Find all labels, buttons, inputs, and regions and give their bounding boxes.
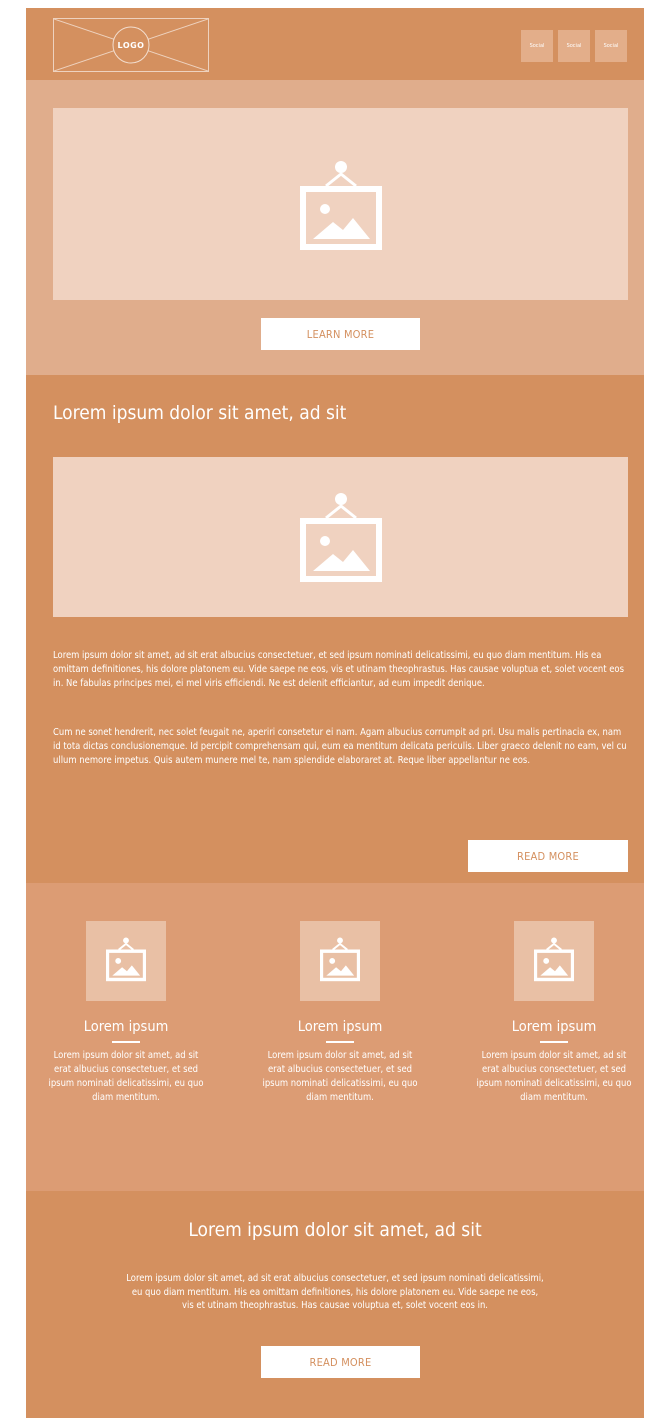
feature-title: Lorem ipsum <box>511 1019 597 1035</box>
features-section: Lorem ipsum Lorem ipsum dolor sit amet, … <box>26 883 644 1191</box>
cta-read-more-button[interactable]: READ MORE <box>261 1346 420 1378</box>
image-placeholder-icon <box>300 493 382 582</box>
feature-text: Lorem ipsum dolor sit amet, ad sit erat … <box>48 1050 204 1103</box>
article-paragraph-2: Cum ne sonet hendrerit, nec solet feugai… <box>53 727 627 766</box>
feature-image <box>86 921 166 1001</box>
header: LOGO Social Social Social <box>26 8 644 80</box>
feature-text: Lorem ipsum dolor sit amet, ad sit erat … <box>476 1050 632 1103</box>
feature-divider <box>112 1041 140 1043</box>
article-image <box>53 457 628 617</box>
image-placeholder-icon <box>300 161 382 250</box>
article-section: Lorem ipsum dolor sit amet, ad sit Lorem… <box>26 375 644 883</box>
hero-image <box>53 108 628 300</box>
cta-title: Lorem ipsum dolor sit amet, ad sit <box>188 1219 482 1241</box>
feature-image <box>514 921 594 1001</box>
learn-more-button[interactable]: LEARN MORE <box>261 318 420 350</box>
social-button-3[interactable]: Social <box>595 30 627 62</box>
logo[interactable]: LOGO <box>53 18 209 72</box>
feature-divider <box>540 1041 568 1043</box>
hero-section: LEARN MORE <box>26 80 644 375</box>
image-placeholder-icon <box>534 937 574 982</box>
feature-image <box>300 921 380 1001</box>
social-links: Social Social Social <box>521 30 627 62</box>
cta-text: Lorem ipsum dolor sit amet, ad sit erat … <box>126 1273 544 1311</box>
read-more-button[interactable]: READ MORE <box>468 840 628 872</box>
article-paragraph-1: Lorem ipsum dolor sit amet, ad sit erat … <box>53 650 624 689</box>
logo-text: LOGO <box>117 40 145 50</box>
article-title: Lorem ipsum dolor sit amet, ad sit <box>53 402 347 424</box>
feature-divider <box>326 1041 354 1043</box>
feature-card: Lorem ipsum Lorem ipsum dolor sit amet, … <box>475 883 633 1105</box>
social-button-2[interactable]: Social <box>558 30 590 62</box>
feature-title: Lorem ipsum <box>297 1019 383 1035</box>
image-placeholder-icon <box>106 937 146 982</box>
email-template: ETING ETINGDATA LOGO Social Social Socia… <box>26 8 644 1418</box>
feature-text: Lorem ipsum dolor sit amet, ad sit erat … <box>262 1050 418 1103</box>
feature-title: Lorem ipsum <box>83 1019 169 1035</box>
cta-section: Lorem ipsum dolor sit amet, ad sit Lorem… <box>26 1191 644 1418</box>
image-placeholder-icon <box>320 937 360 982</box>
feature-card: Lorem ipsum Lorem ipsum dolor sit amet, … <box>261 883 419 1105</box>
feature-card: Lorem ipsum Lorem ipsum dolor sit amet, … <box>47 883 205 1105</box>
social-button-1[interactable]: Social <box>521 30 553 62</box>
